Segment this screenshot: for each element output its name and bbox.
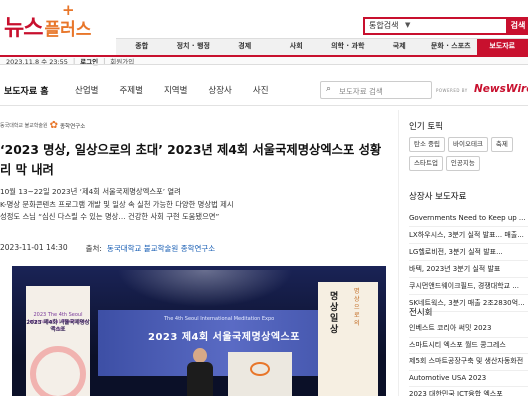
exhibition-list-item[interactable]: Automotive USA 2023 [409,371,528,387]
source-link[interactable]: 동국대학교 불교학술원 종학연구소 [107,243,215,254]
powered-by-label: POWERED BY [436,88,468,93]
logo-plus-mark: + [62,1,75,19]
press-list-item[interactable]: 쿠시먼앤드웨이크필드, 경쟁대학교 ... [409,278,528,295]
press-list-item[interactable]: LG헬로비전, 3분기 실적 발표... [409,244,528,261]
listed-press-heading[interactable]: 상장사 보도자료 [409,190,466,202]
speaker-body [187,362,213,396]
menu-item-photo[interactable]: 사진 [253,84,269,96]
press-search-placeholder: 보도자료 검색 [339,87,383,96]
exhibition-heading[interactable]: 전시회 [409,306,432,318]
news-site-header: 뉴스 플러스 + 통합검색 ▼ 검색 종합 정치 · 행정 경제 사회 의학 ·… [0,0,528,55]
topic-tag[interactable]: 스타트업 [409,156,443,171]
exhibition-list-item[interactable]: 2023 대한민국 ICT융합 엑스포 [409,387,528,396]
screen-korean-text: 2023 제4회 서울국제명상엑스포 [148,332,300,343]
category-tab[interactable]: 정치 · 행정 [168,39,220,55]
logo-main-text: 뉴스 [4,16,43,41]
category-tab[interactable]: 문화 · 스포츠 [425,39,477,55]
organization-logo[interactable]: 동국대학교 불교학술원 ✿ 종학연구소 [0,120,85,131]
category-tab[interactable]: 경제 [219,39,271,55]
category-tab-press-release[interactable]: 보도자료 [476,39,528,55]
summary-line: K-명상 문화콘텐츠 프로그램 개발 및 일상 속 실천 가능한 다양한 명상법… [0,199,234,209]
menu-item-listed[interactable]: 상장사 [208,84,231,96]
topic-tag[interactable]: 인공지능 [445,156,480,171]
hot-topics-heading: 인기 토픽 [409,122,443,132]
org-name: 종학연구소 [59,123,86,130]
category-tab[interactable]: 종합 [116,39,168,55]
screen-english-text: The 4th Seoul International Meditation E… [164,316,275,322]
listed-press-list: Governments Need to Keep up ... LX하우시스, … [409,210,528,312]
podium [228,352,292,396]
category-nav: 종합 정치 · 행정 경제 사회 의학 · 과학 국제 문화 · 스포츠 보도자… [116,38,528,55]
topic-tags: 탄소 중립 바이오테크 축제 스타트업 인공지능 [409,137,528,175]
newswire-menu: 산업별 주제별 지역별 상장사 사진 [75,84,290,96]
org-name-small: 동국대학교 불교학술원 [0,123,48,129]
logo-sub-text: 플러스 [44,20,92,40]
article-datetime: 2023-11-01 14:30 [0,243,68,252]
stage-lights [110,270,300,310]
exhibition-list: 인베스트 코리아 써밋 2023 스마트시티 엑스포 월드 콩그레스 제5회 스… [409,321,528,396]
date-login-bar: 2023.11.8 수 23:55 | 로그인 | 회원가입 [0,54,134,68]
exhibition-list-item[interactable]: 스마트시티 엑스포 월드 콩그레스 [409,338,528,354]
topic-tag[interactable]: 탄소 중립 [409,137,445,152]
search-scope-select[interactable]: 통합검색 [369,20,398,31]
topic-tag[interactable]: 바이오테크 [448,137,488,152]
site-search-box[interactable]: 통합검색 ▼ [363,17,508,35]
expo-standing-banner: 2023 The 4th Seoul International Meditat… [26,286,90,396]
press-search-input[interactable]: ⌕ 보도자료 검색 [320,81,432,99]
category-tab[interactable]: 사회 [271,39,323,55]
newswire-logo[interactable]: NewsWire [474,83,528,95]
press-list-item[interactable]: LX하우시스, 3분기 실적 발표... 매출... [409,227,528,244]
article-photo[interactable]: 2023 The 4th Seoul International Meditat… [12,266,386,396]
menu-item-topic[interactable]: 주제별 [119,84,142,96]
category-tab[interactable]: 의학 · 과학 [322,39,374,55]
article-summary: 10월 13~22일 2023년 ‘제4회 서울국제명상엑스포’ 열려 K-명상… [0,186,392,224]
press-list-item[interactable]: 바텍, 2023년 3분기 실적 발표 [409,261,528,278]
category-tab[interactable]: 국제 [374,39,426,55]
summary-line: 10월 13~22일 2023년 ‘제4회 서울국제명상엑스포’ 열려 [0,187,181,196]
article-meta: 2023-11-01 14:30 출처: 동국대학교 불교학술원 종학연구소 [0,243,215,254]
side-vertical-banner: 명상 일상 명상으로의 [318,282,378,396]
source-label: 출처: [85,244,102,253]
speaker-figure [187,348,213,396]
vertical-banner-subtext: 명상으로의 [354,288,360,327]
exhibition-list-item[interactable]: 인베스트 코리아 써밋 2023 [409,321,528,338]
article-title: ‘2023 명상, 일상으로의 초대’ 2023년 제4회 서울국제명상엑스포 … [0,143,382,177]
menu-item-region[interactable]: 지역별 [164,84,187,96]
site-logo[interactable]: 뉴스 플러스 + [4,1,92,42]
exhibition-list-item[interactable]: 제5회 스마트공장구축 및 생산자동화전 [409,354,528,371]
header-bottom-border [0,64,528,65]
lotus-icon: ✿ [49,120,58,131]
search-icon: ⌕ [326,84,332,94]
banner-circle-graphic [30,346,86,396]
press-list-item[interactable]: Governments Need to Keep up ... [409,210,528,227]
chevron-down-icon: ▼ [405,21,411,29]
vertical-banner-text: 명상 일상 [330,292,339,335]
site-search-button[interactable]: 검색 [508,17,528,35]
topic-tag[interactable]: 축제 [490,137,513,152]
newswire-nav: 보도자료 홈 산업별 주제별 지역별 상장사 사진 ⌕ 보도자료 검색 POWE… [0,72,528,106]
speaker-head [193,348,207,363]
article: 동국대학교 불교학술원 ✿ 종학연구소 ‘2023 명상, 일상으로의 초대’ … [0,110,398,396]
right-sidebar: 인기 토픽 탄소 중립 바이오테크 축제 스타트업 인공지능 상장사 보도자료 … [398,110,528,396]
menu-item-industry[interactable]: 산업별 [75,84,98,96]
banner-korean-text: 2023 제4회 서울국제명상엑스포 [26,320,90,333]
summary-line: 성정도 스님 “심신 다스릴 수 있는 명상… 건강한 사회 구현 도움됐으면” [0,212,220,221]
podium-logo [250,362,270,376]
press-home-link[interactable]: 보도자료 홈 [4,84,49,97]
